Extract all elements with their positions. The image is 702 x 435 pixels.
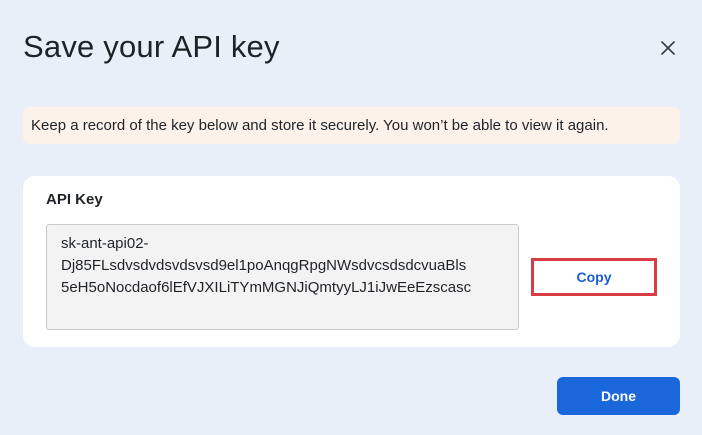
save-api-key-dialog: Save your API key Keep a record of the k… bbox=[0, 0, 702, 435]
api-key-card: API Key sk-ant-api02- Dj85FLsdvsdvdsvdsv… bbox=[23, 176, 680, 347]
api-key-field[interactable]: sk-ant-api02- Dj85FLsdvsdvdsvdsvsd9el1po… bbox=[46, 224, 519, 330]
api-key-line: sk-ant-api02- bbox=[61, 235, 149, 252]
api-key-label: API Key bbox=[46, 191, 103, 208]
warning-banner: Keep a record of the key below and store… bbox=[23, 107, 680, 144]
api-key-line: Dj85FLsdvsdvdsvdsvsd9el1poAnqgRpgNWsdvcs… bbox=[61, 257, 467, 274]
close-icon bbox=[660, 40, 676, 56]
api-key-line: 5eH5oNocdaof6lEfVJXILiTYmMGNJiQmtyyLJ1iJ… bbox=[61, 279, 472, 296]
dialog-title: Save your API key bbox=[23, 29, 280, 64]
close-button[interactable] bbox=[656, 36, 680, 60]
copy-button[interactable]: Copy bbox=[531, 258, 657, 296]
warning-text: Keep a record of the key below and store… bbox=[31, 117, 609, 134]
done-button[interactable]: Done bbox=[557, 377, 680, 415]
